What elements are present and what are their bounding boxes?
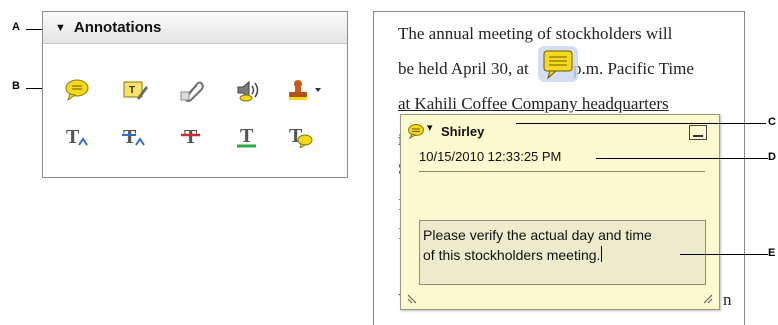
- callout-c-line: [516, 123, 766, 124]
- text-caret: [601, 246, 603, 262]
- annotations-panel-title: Annotations: [73, 19, 162, 36]
- underline-tool-button[interactable]: T: [232, 122, 264, 150]
- sticky-note-icon: [65, 79, 89, 102]
- callout-d-line: [596, 158, 768, 159]
- note-popup-comment-icon: [408, 124, 424, 139]
- note-text-field[interactable]: Please verify the actual day and time of…: [419, 220, 706, 285]
- callout-e-line: [680, 254, 768, 255]
- svg-text:T: T: [66, 126, 80, 148]
- stamp-tool-button[interactable]: [285, 76, 329, 104]
- callout-a-label: A: [12, 21, 20, 33]
- callout-e-label: E: [768, 247, 776, 259]
- annotations-panel-header[interactable]: ▼ Annotations: [43, 12, 347, 44]
- strikethrough-tool-button[interactable]: T: [176, 122, 208, 150]
- callout-c-label: C: [768, 116, 776, 128]
- note-options-arrow-icon[interactable]: ▾: [427, 121, 433, 134]
- note-text-line-2-content: of this stockholders meeting.: [423, 247, 601, 263]
- add-note-to-text-icon: T: [289, 125, 313, 148]
- add-note-to-text-tool-button[interactable]: T: [285, 122, 317, 150]
- sticky-note-marker[interactable]: [538, 46, 578, 82]
- annotations-panel: ▼ Annotations T T T T T T: [42, 11, 348, 178]
- document-line-1: The annual meeting of stockholders will: [398, 24, 673, 43]
- replace-text-tool-button[interactable]: T: [119, 122, 151, 150]
- note-date: 10/15/2010 12:33:25 PM: [419, 149, 562, 164]
- note-author: Shirley: [441, 124, 485, 139]
- note-text-line-1: Please verify the actual day and time: [423, 227, 652, 243]
- insert-text-icon: T: [66, 126, 88, 148]
- sticky-note-marker-icon: [538, 46, 578, 82]
- svg-text:T: T: [240, 125, 254, 147]
- callout-d-label: D: [768, 151, 776, 163]
- svg-text:T: T: [129, 85, 135, 96]
- attach-file-icon: [180, 81, 204, 102]
- note-popup[interactable]: ▾ Shirley 10/15/2010 12:33:25 PM Please …: [400, 114, 720, 310]
- note-separator: [419, 171, 705, 172]
- note-resize-right-icon[interactable]: [702, 292, 714, 304]
- text-note-icon: T: [123, 81, 148, 100]
- underline-icon: T: [237, 125, 256, 148]
- note-minimize-button[interactable]: [689, 125, 707, 140]
- text-note-tool-button[interactable]: T: [119, 76, 151, 104]
- document-line-9: n: [723, 290, 732, 309]
- record-audio-tool-button[interactable]: [232, 76, 264, 104]
- svg-text:T: T: [123, 126, 137, 148]
- svg-text:T: T: [184, 126, 198, 148]
- replace-text-icon: T: [122, 126, 145, 148]
- strikethrough-icon: T: [181, 126, 200, 148]
- stamp-icon: [289, 80, 321, 100]
- insert-text-tool-button[interactable]: T: [62, 122, 94, 150]
- note-resize-left-icon[interactable]: [406, 292, 418, 304]
- attach-file-tool-button[interactable]: [176, 76, 208, 104]
- document-line-2: be held April 30, at: [398, 59, 529, 78]
- document-line-3: at Kahili Coffee Company headquarters: [398, 94, 669, 113]
- callout-b-label: B: [12, 80, 20, 92]
- document-line-2b: p.m. Pacific Time: [573, 59, 694, 78]
- record-audio-icon: [237, 80, 259, 102]
- note-text-line-2: of this stockholders meeting.: [423, 245, 702, 265]
- sticky-note-tool-button[interactable]: [62, 76, 94, 104]
- collapse-triangle-icon[interactable]: ▼: [55, 22, 66, 34]
